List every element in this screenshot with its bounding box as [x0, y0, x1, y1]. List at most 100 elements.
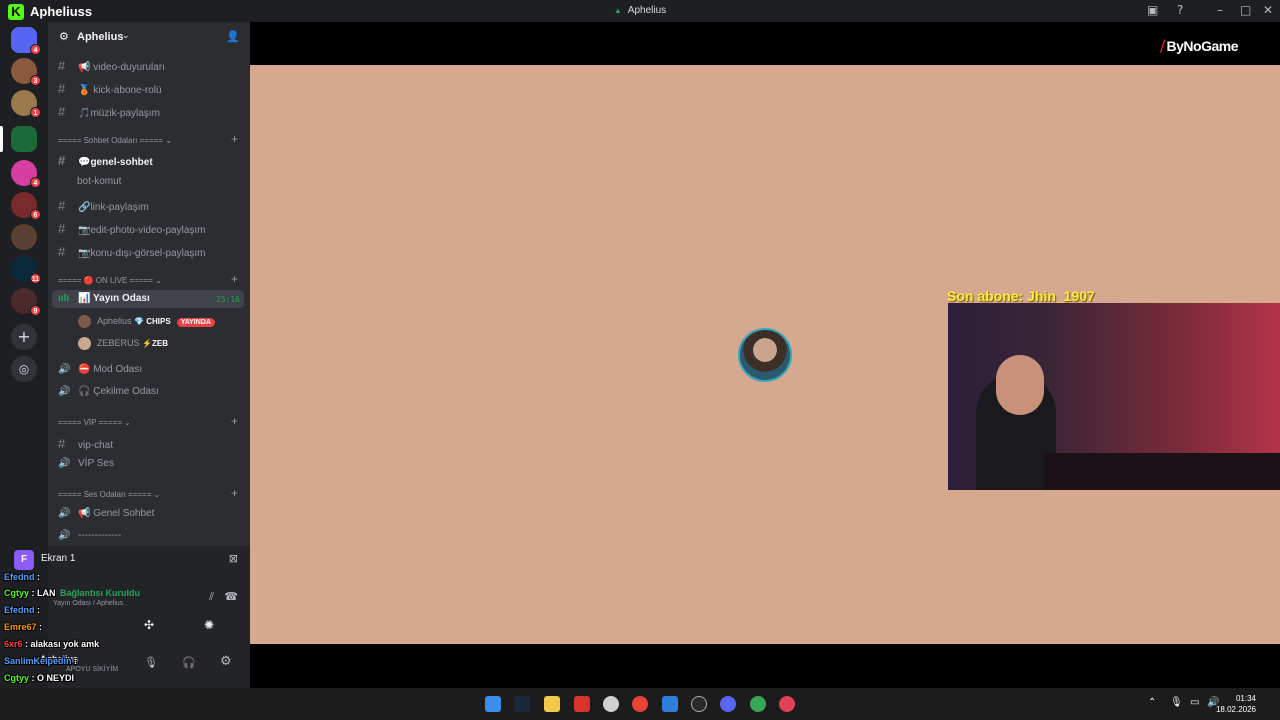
chat-message-text: :: [37, 605, 41, 615]
voicemod-icon[interactable]: [574, 696, 590, 712]
chat-message-text: : alakası yok amk: [25, 639, 100, 649]
title-bar: K Apheliuss ▲ Aphelius ▣ ? – □ ✕: [0, 0, 1280, 22]
person-face: [996, 355, 1044, 415]
server-icon[interactable]: [11, 224, 37, 250]
stream-stage[interactable]: Son abone: Jhin_1907: [250, 65, 1280, 644]
channel-bot-komut[interactable]: bot-komut: [77, 176, 121, 187]
server-icon[interactable]: 6: [11, 192, 41, 220]
hash-icon: #: [58, 81, 66, 96]
server-icon[interactable]: [11, 126, 37, 152]
user-tag: 💎 CHIPS: [134, 316, 171, 326]
channel-label: 📢 Genel Sohbet: [78, 508, 155, 519]
add-channel-icon[interactable]: +: [231, 272, 238, 286]
notification-badge: 6: [30, 209, 41, 220]
server-header[interactable]: ⚙ Aphelius ⌄ 👤: [48, 22, 250, 54]
channel-genel-sohbet[interactable]: # 💬genel-sohbet: [58, 153, 153, 168]
voice-channel-mod-odasi[interactable]: 🔊 ⛔ Mod Odası: [58, 364, 142, 375]
category-label: ===== Sohbet Odaları =====: [58, 136, 163, 145]
channel-label: 🔗link-paylaşım: [78, 202, 149, 213]
voice-channel-vip-ses[interactable]: 🔊 VİP Ses: [58, 458, 114, 469]
category-vip[interactable]: ===== VİP ===== ⌄: [58, 418, 131, 427]
stream-bottom-bar: [250, 644, 1280, 688]
server-icon[interactable]: 4: [11, 160, 41, 188]
voice-timer: 25:16: [215, 295, 240, 304]
category-ses[interactable]: ===== Ses Odaları ===== ⌄: [58, 490, 160, 499]
chat-username: SanlimKelpedin: [4, 656, 72, 666]
close-icon[interactable]: ✕: [1263, 3, 1273, 17]
server-name: Aphelius: [77, 31, 124, 43]
chat-message-text: : O NEYDI: [31, 673, 75, 683]
microphone-icon[interactable]: 🎙: [1170, 697, 1183, 708]
voice-user[interactable]: Aphelius 💎 CHIPS YAYINDA: [78, 315, 215, 328]
file-explorer-icon[interactable]: [544, 696, 560, 712]
voice-channel-divider[interactable]: 🔊 -------------: [58, 530, 121, 541]
chat-message: Efednd :: [4, 572, 40, 582]
network-icon[interactable]: ▭: [1190, 697, 1199, 708]
app-icon[interactable]: [662, 696, 678, 712]
add-server-icon[interactable]: +: [11, 324, 37, 350]
server-icon[interactable]: 11: [11, 256, 41, 284]
obs-icon[interactable]: [691, 696, 707, 712]
explore-icon[interactable]: ◎: [11, 356, 37, 382]
taskbar: ⌃ 🎙 ▭ 🔊 01:34 18.02.2026: [0, 688, 1280, 720]
channel-label: 🎵müzik-paylaşım: [78, 108, 160, 119]
voice-channel-yayin-odasi[interactable]: ıılı 📊 Yayın Odası: [58, 293, 150, 304]
channel-label: 📢 video-duyuruları: [78, 62, 165, 73]
clock[interactable]: 01:34 18.02.2026: [1216, 693, 1256, 715]
category-on-live[interactable]: ===== 🔴 ON LIVE ===== ⌄: [58, 276, 162, 285]
chevron-up-icon[interactable]: ⌃: [1148, 697, 1156, 708]
screen-share-icon: F: [14, 550, 34, 570]
channel-label: -------------: [78, 530, 122, 541]
chrome-icon[interactable]: [632, 696, 648, 712]
chat-username: Efednd: [4, 605, 35, 615]
last-subscriber-text: Son abone: Jhin_1907: [947, 288, 1095, 304]
channel-video-duyurulari[interactable]: # 📢 video-duyuruları: [58, 58, 165, 73]
avatar: [78, 337, 91, 350]
stop-stream-icon[interactable]: ⊠: [229, 552, 238, 565]
steam-icon[interactable]: [514, 696, 530, 712]
inbox-icon[interactable]: ▣: [1147, 3, 1158, 17]
chrome-icon[interactable]: [750, 696, 766, 712]
add-member-icon[interactable]: 👤: [226, 30, 240, 43]
voice-channel-cekilme-odasi[interactable]: 🔊 🎧 Çekilme Odası: [58, 386, 159, 397]
speaker-icon: 🔊: [58, 458, 71, 469]
hash-icon: #: [58, 104, 66, 119]
voice-user[interactable]: ZEBERUS ⚡ZEB: [78, 337, 168, 350]
notification-badge: 11: [30, 273, 41, 284]
hash-icon: #: [58, 58, 66, 73]
server-icon[interactable]: 1: [11, 90, 41, 118]
channel-muzik-paylasim[interactable]: # 🎵müzik-paylaşım: [58, 104, 160, 119]
channel-edit-photo-video[interactable]: # 📷edit-photo-video-paylaşım: [58, 221, 206, 236]
channel-link-paylasim[interactable]: # 🔗link-paylaşım: [58, 198, 149, 213]
notification-badge: 4: [30, 177, 41, 188]
server-icon[interactable]: 3: [11, 58, 41, 86]
channel-konu-disi-gorsel[interactable]: # 📷konu-dışı-görsel-paylaşım: [58, 244, 206, 259]
voice-user-name: Aphelius: [97, 315, 132, 326]
notification-badge: 4: [30, 44, 41, 55]
screen-share-label: Ekran 1: [41, 553, 76, 564]
discord-taskbar-icon[interactable]: [720, 696, 736, 712]
windows-start-icon[interactable]: [485, 696, 501, 712]
chat-message-text: :: [39, 622, 43, 632]
app-icon[interactable]: [603, 696, 619, 712]
channel-vip-chat[interactable]: # vip-chat: [58, 436, 113, 451]
category-sohbet[interactable]: ===== Sohbet Odaları ===== ⌄: [58, 136, 172, 145]
voice-channel-genel-sohbet[interactable]: 🔊 📢 Genel Sohbet: [58, 508, 154, 519]
add-channel-icon[interactable]: +: [231, 486, 238, 500]
channel-kick-abone-rolu[interactable]: # 🥉 kick-abone-rolü: [58, 81, 162, 96]
speaker-icon: 🔊: [58, 508, 71, 519]
discord-home-icon[interactable]: 4: [11, 27, 41, 55]
speaker-icon: 🔊: [58, 530, 71, 541]
add-channel-icon[interactable]: +: [231, 132, 238, 146]
category-label: ===== Ses Odaları =====: [58, 490, 152, 499]
server-icon[interactable]: 9: [11, 288, 41, 316]
minimize-icon[interactable]: –: [1217, 3, 1223, 17]
app-icon[interactable]: [779, 696, 795, 712]
chat-message: Cgtyy : LAN: [4, 588, 56, 598]
help-icon[interactable]: ?: [1177, 3, 1183, 17]
add-channel-icon[interactable]: +: [231, 414, 238, 428]
channel-label: bot-komut: [77, 176, 122, 187]
channel-label: 💬genel-sohbet: [78, 157, 153, 168]
maximize-icon[interactable]: □: [1240, 3, 1251, 17]
category-label: ===== 🔴 ON LIVE =====: [58, 276, 153, 285]
